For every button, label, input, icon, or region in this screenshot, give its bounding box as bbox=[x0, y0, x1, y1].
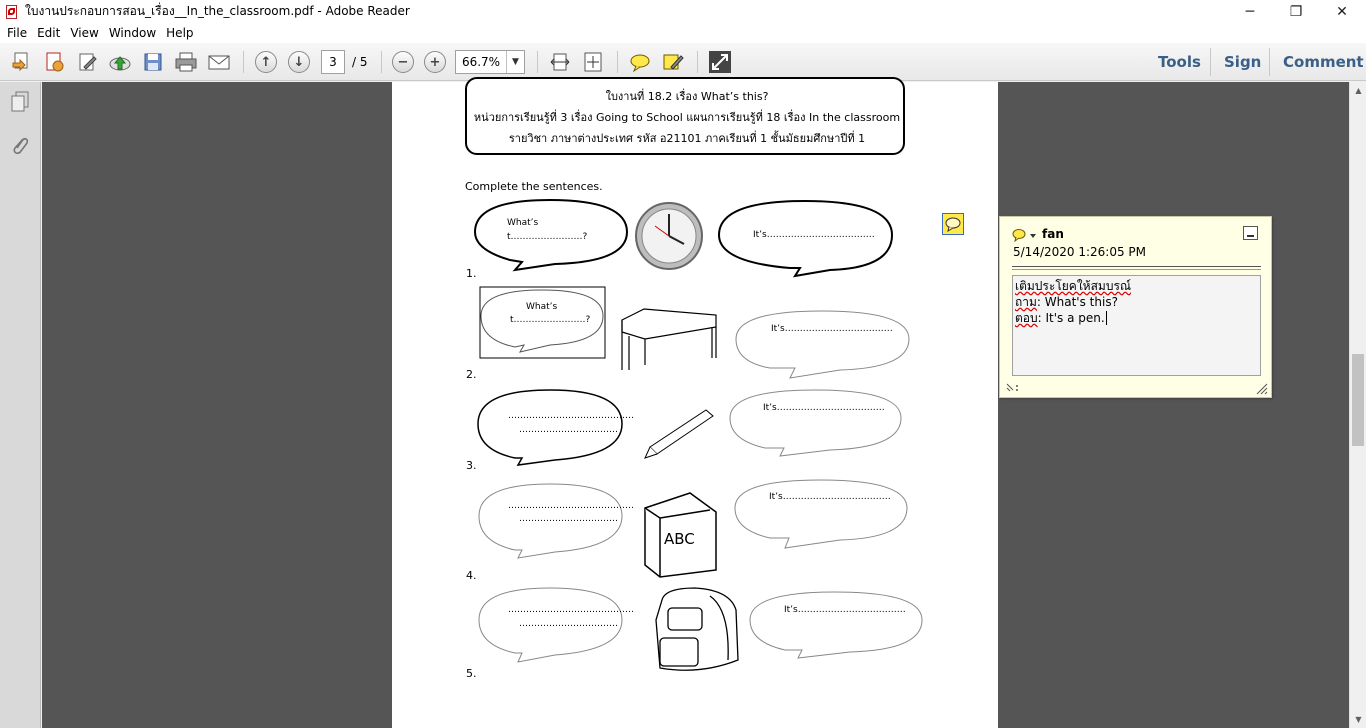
scroll-up-icon[interactable]: ▲ bbox=[1350, 82, 1366, 99]
q4-answer: It’s……………………………… bbox=[784, 605, 906, 615]
q1-question-line-2: t……………………? bbox=[510, 315, 591, 325]
scrollbar-thumb[interactable] bbox=[1352, 354, 1364, 446]
resize-grip-icon[interactable] bbox=[1256, 383, 1268, 395]
minimize-note-button[interactable] bbox=[1243, 226, 1258, 240]
speech-bubble-icon[interactable] bbox=[1012, 228, 1038, 242]
question-number: 1. bbox=[466, 267, 477, 280]
question-number: 3. bbox=[466, 459, 477, 472]
comment-marker-icon[interactable] bbox=[942, 213, 964, 235]
question-number: 5. bbox=[466, 667, 477, 680]
text-cursor bbox=[1105, 311, 1107, 325]
question-number: 2. bbox=[466, 368, 477, 381]
speech-bubble bbox=[749, 591, 923, 659]
note-author: fan bbox=[1042, 227, 1064, 241]
q2-line-2: …………………………… bbox=[519, 425, 618, 435]
q2-answer: It’s……………………………… bbox=[763, 403, 885, 413]
example-answer: It’s……………………………… bbox=[753, 230, 875, 240]
example-question-line-1: What’s bbox=[507, 218, 539, 228]
backpack-image bbox=[655, 587, 739, 671]
scroll-down-icon[interactable]: ▼ bbox=[1350, 711, 1366, 728]
speech-bubble bbox=[734, 479, 908, 549]
note-text-field[interactable]: เติมประโยคให้สมบรณ์ ถาม: What's this? ตอ… bbox=[1012, 275, 1261, 376]
note-date: 5/14/2020 1:26:05 PM bbox=[1013, 245, 1147, 259]
q3-line-1: …………………………………… bbox=[508, 501, 634, 511]
q4-line-2: …………………………… bbox=[519, 619, 618, 629]
q1-answer: It’s……………………………… bbox=[771, 324, 893, 334]
pen-image bbox=[644, 409, 714, 459]
divider bbox=[1012, 269, 1261, 270]
book-label: ABC bbox=[664, 530, 695, 548]
example-question-line-2: t……………………? bbox=[507, 232, 588, 242]
note-line-2-label: ถาม bbox=[1015, 295, 1037, 309]
question-number: 4. bbox=[466, 569, 477, 582]
sticky-note-popup[interactable]: fan 5/14/2020 1:26:05 PM เติมประโยคให้สม… bbox=[999, 216, 1272, 398]
note-line-3-label: ตอบ bbox=[1015, 311, 1038, 325]
note-line-2-text: : What's this? bbox=[1036, 295, 1118, 309]
clock-image bbox=[635, 202, 703, 270]
table-image bbox=[621, 308, 717, 370]
speech-bubble bbox=[729, 389, 902, 457]
note-line-3-text: : It's a pen. bbox=[1037, 311, 1105, 325]
vertical-scrollbar[interactable]: ▲ ▼ bbox=[1349, 82, 1366, 728]
speech-bubble bbox=[735, 310, 910, 379]
q1-question-line-1: What’s bbox=[526, 302, 558, 312]
note-line-1: เติมประโยคให้สมบรณ์ bbox=[1015, 279, 1132, 293]
q2-line-1: …………………………………… bbox=[508, 411, 634, 421]
divider bbox=[1012, 266, 1261, 267]
q3-line-2: …………………………… bbox=[519, 514, 618, 524]
q4-line-1: …………………………………… bbox=[508, 605, 634, 615]
q3-answer: It’s……………………………… bbox=[769, 492, 891, 502]
note-options-icon[interactable] bbox=[1006, 383, 1020, 393]
